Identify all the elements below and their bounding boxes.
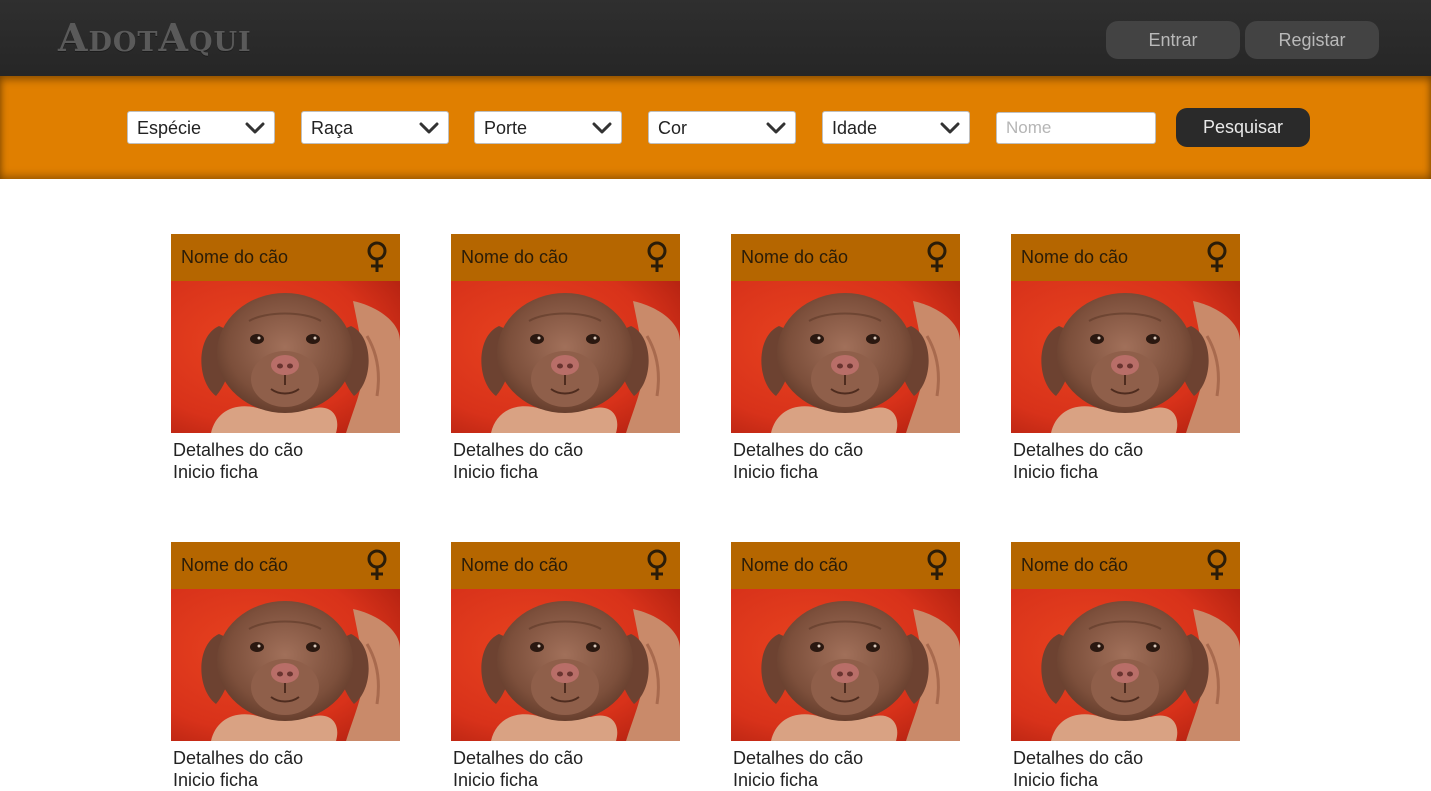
chevron-down-icon	[940, 122, 960, 134]
dog-card-header: Nome do cão	[1011, 542, 1240, 589]
dog-card[interactable]: Nome do cão Detalhes do cão Inicio ficha	[1011, 234, 1240, 483]
name-search-input[interactable]	[996, 112, 1156, 144]
dog-name: Nome do cão	[181, 247, 289, 267]
age-select-label: Idade	[832, 118, 878, 138]
dog-profile-link[interactable]: Inicio ficha	[171, 461, 400, 483]
dog-profile-link[interactable]: Inicio ficha	[171, 769, 400, 791]
dog-photo[interactable]	[451, 281, 680, 433]
female-icon	[367, 549, 387, 580]
size-select-label: Porte	[484, 118, 528, 138]
dog-details: Detalhes do cão	[733, 440, 864, 460]
female-icon	[647, 241, 667, 272]
site-logo[interactable]: AdotAqui	[58, 17, 252, 59]
female-icon	[1207, 549, 1227, 580]
dog-card[interactable]: Nome do cão Detalhes do cão Inicio ficha	[171, 234, 400, 483]
dog-name: Nome do cão	[1021, 555, 1129, 575]
dog-details: Detalhes do cão	[173, 748, 304, 768]
dog-card-header: Nome do cão	[451, 234, 680, 281]
dog-photo[interactable]	[451, 589, 680, 741]
dog-photo[interactable]	[731, 281, 960, 433]
dog-profile-link[interactable]: Inicio ficha	[1011, 461, 1240, 483]
dog-name: Nome do cão	[461, 555, 569, 575]
dog-card-header: Nome do cão	[1011, 234, 1240, 281]
breed-select-label: Raça	[311, 118, 354, 138]
chevron-down-icon	[245, 122, 265, 134]
color-select-label: Cor	[658, 118, 688, 138]
female-icon	[927, 549, 947, 580]
dog-details: Detalhes do cão	[453, 748, 584, 768]
dog-photo[interactable]	[171, 589, 400, 741]
dog-card[interactable]: Nome do cão Detalhes do cão Inicio ficha	[731, 234, 960, 483]
dog-details: Detalhes do cão	[173, 440, 304, 460]
chevron-down-icon	[592, 122, 612, 134]
color-select[interactable]: Cor	[648, 111, 796, 144]
dog-profile-link[interactable]: Inicio ficha	[1011, 769, 1240, 791]
search-button[interactable]: Pesquisar	[1176, 108, 1310, 147]
dog-details: Detalhes do cão	[1013, 440, 1144, 460]
species-select[interactable]: Espécie	[127, 111, 275, 144]
female-icon	[927, 241, 947, 272]
species-select-label: Espécie	[137, 118, 202, 138]
breed-select[interactable]: Raça	[301, 111, 449, 144]
login-button[interactable]: Entrar	[1106, 21, 1240, 59]
dog-profile-link[interactable]: Inicio ficha	[731, 769, 960, 791]
dog-name: Nome do cão	[1021, 247, 1129, 267]
age-select[interactable]: Idade	[822, 111, 970, 144]
dog-details: Detalhes do cão	[733, 748, 864, 768]
dog-photo[interactable]	[1011, 281, 1240, 433]
female-icon	[647, 549, 667, 580]
dog-photo[interactable]	[731, 589, 960, 741]
chevron-down-icon	[419, 122, 439, 134]
top-navigation-bar: AdotAqui Entrar Registar	[0, 0, 1431, 76]
dog-profile-link[interactable]: Inicio ficha	[451, 769, 680, 791]
dog-profile-link[interactable]: Inicio ficha	[731, 461, 960, 483]
dog-name: Nome do cão	[741, 555, 849, 575]
register-button[interactable]: Registar	[1245, 21, 1379, 59]
dog-photo[interactable]	[1011, 589, 1240, 741]
female-icon	[367, 241, 387, 272]
dog-card-header: Nome do cão	[171, 234, 400, 281]
dog-card-header: Nome do cão	[451, 542, 680, 589]
dog-details: Detalhes do cão	[453, 440, 584, 460]
dog-details: Detalhes do cão	[1013, 748, 1144, 768]
dog-card-header: Nome do cão	[731, 234, 960, 281]
dog-card-header: Nome do cão	[731, 542, 960, 589]
dog-card-header: Nome do cão	[171, 542, 400, 589]
dog-profile-link[interactable]: Inicio ficha	[451, 461, 680, 483]
dog-card[interactable]: Nome do cão Detalhes do cão Inicio ficha	[451, 542, 680, 791]
dog-card[interactable]: Nome do cão Detalhes do cão Inicio ficha	[1011, 542, 1240, 791]
female-icon	[1207, 241, 1227, 272]
dog-photo[interactable]	[171, 281, 400, 433]
dog-card[interactable]: Nome do cão Detalhes do cão Inicio ficha	[451, 234, 680, 483]
dog-card[interactable]: Nome do cão Detalhes do cão Inicio ficha	[731, 542, 960, 791]
dog-name: Nome do cão	[461, 247, 569, 267]
dog-name: Nome do cão	[741, 247, 849, 267]
dog-card[interactable]: Nome do cão Detalhes do cão Inicio ficha	[171, 542, 400, 791]
chevron-down-icon	[766, 122, 786, 134]
size-select[interactable]: Porte	[474, 111, 622, 144]
dog-name: Nome do cão	[181, 555, 289, 575]
search-filter-bar: Espécie Raça Porte Cor Idade Pesquisar	[0, 76, 1431, 179]
